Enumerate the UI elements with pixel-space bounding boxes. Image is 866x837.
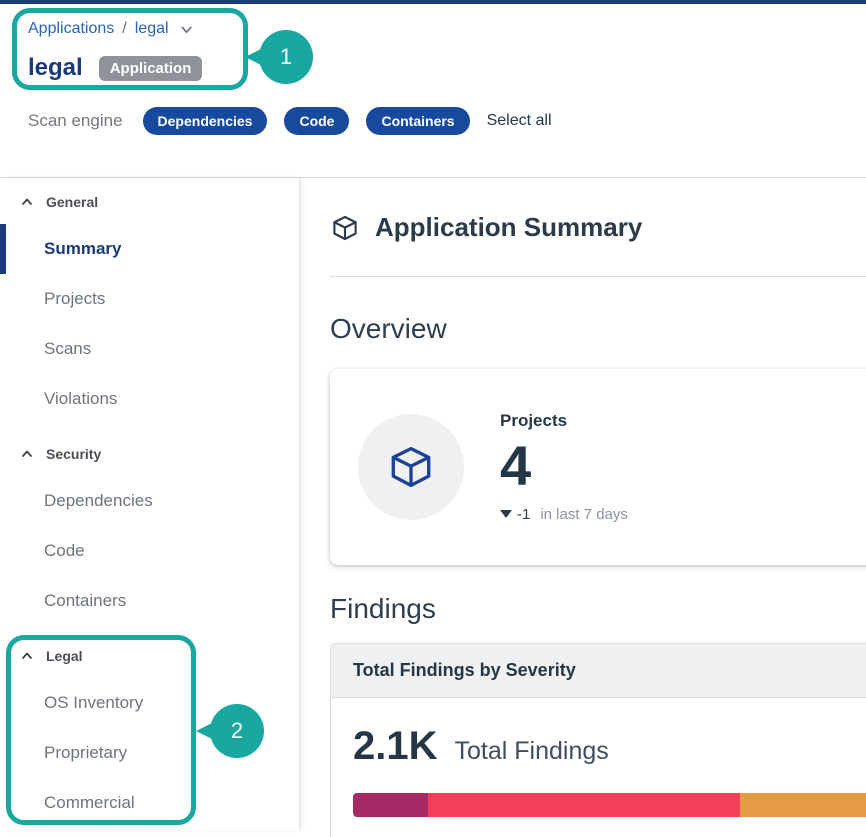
app-header: Applications / legal legal Application S… <box>0 4 866 178</box>
sidebar-item-violations[interactable]: Violations <box>0 374 299 424</box>
scan-pill-containers[interactable]: Containers <box>366 107 469 135</box>
chevron-up-icon <box>20 649 34 663</box>
sidebar-header-label: Legal <box>46 648 83 664</box>
breadcrumb-current[interactable]: legal <box>135 20 169 38</box>
breadcrumb-applications[interactable]: Applications <box>28 20 114 38</box>
sidebar-item-summary[interactable]: Summary <box>0 224 299 274</box>
findings-heading: Findings <box>330 593 866 625</box>
sidebar-item-label: Containers <box>44 591 126 611</box>
main-content: Application Summary Overview Projects 4 <box>300 178 866 830</box>
metric-text: Projects 4 -1 in last 7 days <box>500 411 628 523</box>
selected-indicator <box>0 224 6 274</box>
sidebar-section-security: Security Dependencies Code Containers <box>0 430 299 626</box>
page-title-row: Application Summary <box>330 212 866 243</box>
breadcrumb: Applications / legal <box>28 20 866 38</box>
severity-segment-medium[interactable] <box>740 793 866 817</box>
sidebar-header-label: Security <box>46 446 101 462</box>
sidebar-item-label: Code <box>44 541 85 561</box>
metric-delta: -1 in last 7 days <box>500 506 628 523</box>
total-findings-label: Total Findings <box>455 737 609 766</box>
severity-segment-critical[interactable] <box>353 793 428 817</box>
trend-down-icon <box>500 510 512 518</box>
sidebar-item-label: Projects <box>44 289 105 309</box>
delta-value: -1 <box>517 506 530 523</box>
application-type-badge: Application <box>99 56 203 81</box>
sidebar-item-containers[interactable]: Containers <box>0 576 299 626</box>
sidebar-header-general[interactable]: General <box>0 178 299 224</box>
metric-icon-circle <box>358 414 464 520</box>
severity-stacked-bar[interactable] <box>353 793 866 817</box>
scan-pill-code[interactable]: Code <box>284 107 349 135</box>
divider <box>330 276 866 277</box>
severity-segment-high[interactable] <box>428 793 740 817</box>
application-title: legal <box>28 54 83 82</box>
breadcrumb-separator: / <box>122 20 126 38</box>
sidebar-item-label: Dependencies <box>44 491 153 511</box>
metric-label: Projects <box>500 411 628 431</box>
sidebar-item-label: Commercial <box>44 793 135 813</box>
chevron-up-icon <box>20 447 34 461</box>
sidebar-item-label: Scans <box>44 339 91 359</box>
sidebar-item-proprietary[interactable]: Proprietary <box>0 728 299 778</box>
sidebar-item-code[interactable]: Code <box>0 526 299 576</box>
total-findings-row: 2.1K Total Findings <box>353 724 866 769</box>
sidebar-header-legal[interactable]: Legal <box>0 632 299 678</box>
sidebar-item-dependencies[interactable]: Dependencies <box>0 476 299 526</box>
title-row: legal Application <box>28 54 866 82</box>
sidebar: General Summary Projects Scans Violation… <box>0 178 300 830</box>
sidebar-item-scans[interactable]: Scans <box>0 324 299 374</box>
total-findings-value: 2.1K <box>353 724 438 769</box>
chevron-down-icon[interactable] <box>177 22 194 37</box>
sidebar-section-legal: Legal OS Inventory Proprietary Commercia… <box>0 632 299 828</box>
findings-card-body: 2.1K Total Findings <box>331 698 866 837</box>
sidebar-item-label: Violations <box>44 389 117 409</box>
scan-engine-label: Scan engine <box>28 111 123 131</box>
metric-value: 4 <box>500 437 628 496</box>
projects-metric-card[interactable]: Projects 4 -1 in last 7 days <box>330 369 866 565</box>
delta-period: in last 7 days <box>540 506 628 523</box>
sidebar-header-label: General <box>46 194 98 210</box>
scan-engine-row: Scan engine Dependencies Code Containers… <box>28 107 866 135</box>
sidebar-item-os-inventory[interactable]: OS Inventory <box>0 678 299 728</box>
chevron-up-icon <box>20 195 34 209</box>
sidebar-item-label: Proprietary <box>44 743 127 763</box>
sidebar-section-general: General Summary Projects Scans Violation… <box>0 178 299 424</box>
sidebar-item-label: OS Inventory <box>44 693 143 713</box>
findings-severity-card: Total Findings by Severity 2.1K Total Fi… <box>330 643 866 837</box>
sidebar-item-label: Summary <box>44 239 121 259</box>
cube-icon <box>330 213 360 243</box>
select-all-link[interactable]: Select all <box>487 112 552 130</box>
sidebar-item-commercial[interactable]: Commercial <box>0 778 299 828</box>
sidebar-item-projects[interactable]: Projects <box>0 274 299 324</box>
findings-card-title: Total Findings by Severity <box>331 644 866 698</box>
overview-heading: Overview <box>330 313 866 345</box>
sidebar-header-security[interactable]: Security <box>0 430 299 476</box>
scan-pill-dependencies[interactable]: Dependencies <box>143 107 268 135</box>
page-title: Application Summary <box>375 212 642 243</box>
cube-icon <box>386 442 436 492</box>
